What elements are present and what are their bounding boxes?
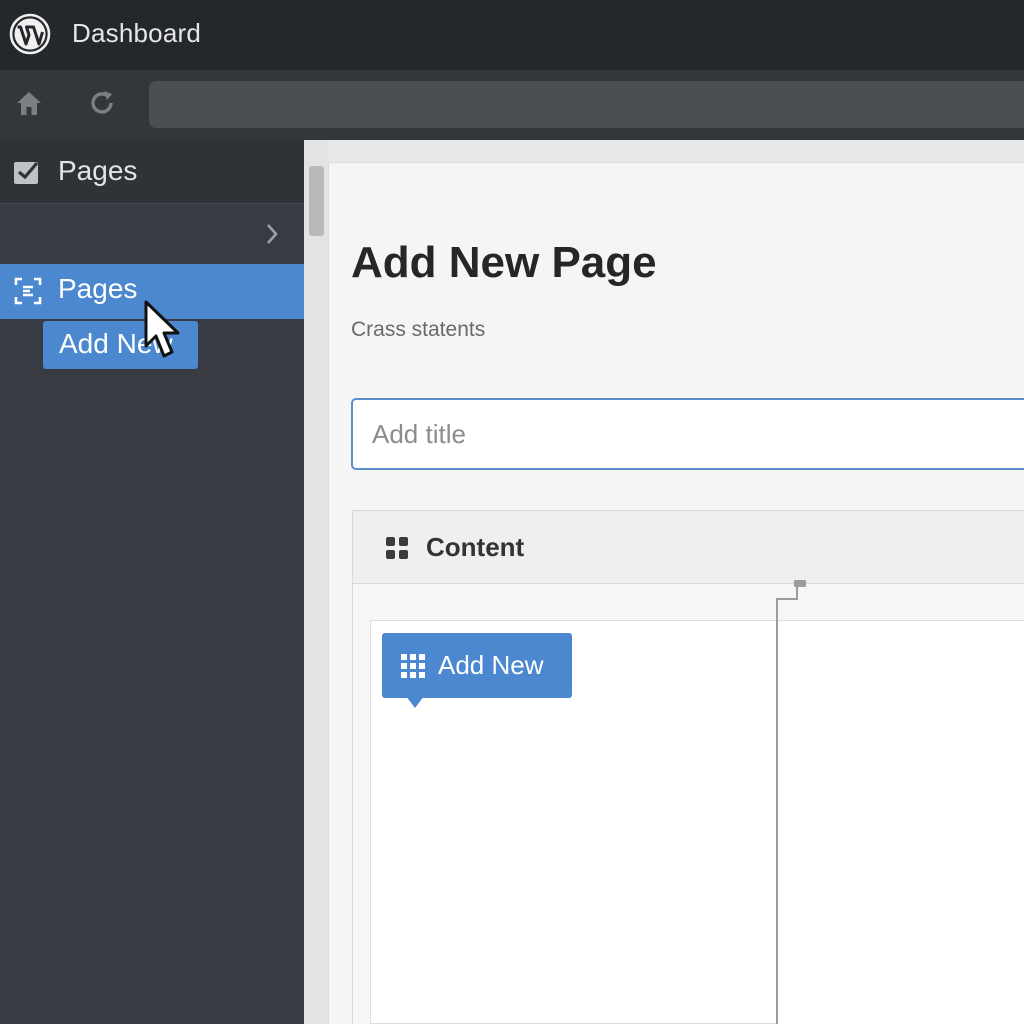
chevron-right-icon[interactable] — [262, 220, 282, 248]
sidebar-header-label: Pages — [58, 155, 138, 186]
mouse-cursor-icon — [144, 300, 180, 358]
add-new-button-pointer — [406, 696, 424, 708]
checkbox-icon — [14, 161, 39, 184]
column-divider-handle[interactable] — [794, 580, 806, 587]
content-canvas-right[interactable] — [778, 620, 1024, 1024]
scrollbar-thumb[interactable] — [309, 166, 324, 236]
page-subtitle: Crass statents — [351, 318, 486, 341]
scrollbar-track[interactable] — [304, 140, 328, 1024]
address-bar[interactable] — [149, 81, 1024, 128]
title-input[interactable] — [351, 398, 1024, 470]
blocks-icon — [386, 537, 408, 559]
content-section-label: Content — [426, 532, 525, 562]
add-new-block-button[interactable]: Add New — [382, 633, 572, 698]
pages-icon — [14, 277, 42, 305]
column-divider[interactable] — [776, 598, 778, 1024]
sidebar-header[interactable] — [0, 140, 304, 204]
page-title: Add New Page — [351, 238, 657, 287]
add-new-block-button-label: Add New — [438, 650, 544, 680]
home-icon[interactable] — [14, 88, 44, 118]
sidebar-item-pages-label: Pages — [58, 273, 138, 304]
wordpress-logo-icon[interactable] — [9, 13, 51, 55]
reload-icon[interactable] — [87, 88, 117, 118]
grid-icon — [401, 653, 425, 678]
column-divider-step — [776, 598, 798, 600]
app-title: Dashboard — [72, 18, 201, 48]
